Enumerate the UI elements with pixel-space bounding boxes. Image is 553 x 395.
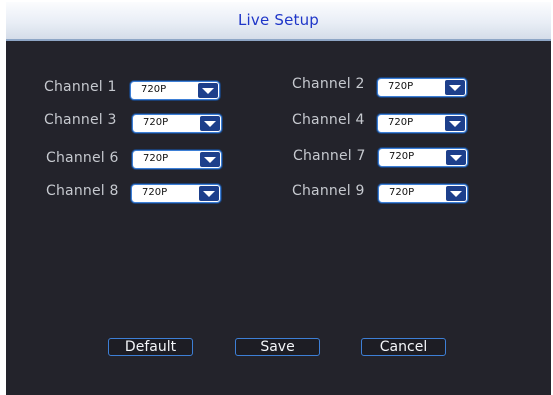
channel-4-label: Channel 4 [292, 112, 365, 128]
channel-9-resolution-select[interactable]: 720P [378, 184, 468, 203]
chevron-down-icon[interactable] [445, 80, 465, 95]
channel-2-label: Channel 2 [292, 76, 365, 92]
chevron-down-icon[interactable] [445, 116, 465, 131]
channel-1-label: Channel 1 [44, 79, 117, 95]
chevron-down-icon[interactable] [446, 186, 466, 201]
default-button[interactable]: Default [108, 338, 193, 356]
channel-4-resolution-select[interactable]: 720P [377, 114, 467, 133]
channel-9-resolution-value: 720P [389, 187, 415, 198]
save-button[interactable]: Save [235, 338, 320, 356]
title-bar: Live Setup [6, 2, 551, 41]
channel-4-resolution-value: 720P [388, 117, 414, 128]
channel-1-resolution-value: 720P [141, 84, 167, 95]
channel-2-resolution-value: 720P [388, 81, 414, 92]
chevron-down-icon[interactable] [200, 152, 220, 167]
channel-6-resolution-select[interactable]: 720P [132, 150, 222, 169]
channel-6-label: Channel 6 [46, 150, 119, 166]
channel-3-label: Channel 3 [44, 112, 117, 128]
channel-3-resolution-select[interactable]: 720P [132, 114, 222, 133]
channel-9-label: Channel 9 [292, 183, 365, 199]
dialog-title: Live Setup [237, 11, 320, 29]
chevron-down-icon[interactable] [199, 186, 219, 201]
channel-6-resolution-value: 720P [143, 153, 169, 164]
channel-8-resolution-value: 720P [142, 187, 168, 198]
channel-2-resolution-select[interactable]: 720P [377, 78, 467, 97]
live-setup-dialog: Live Setup Channel 1 720P Channel 2 720P… [6, 2, 551, 395]
channel-8-resolution-select[interactable]: 720P [131, 184, 221, 203]
channel-1-resolution-select[interactable]: 720P [130, 81, 220, 100]
channel-7-resolution-select[interactable]: 720P [378, 148, 468, 167]
channel-7-label: Channel 7 [293, 148, 366, 164]
cancel-button[interactable]: Cancel [361, 338, 446, 356]
channel-8-label: Channel 8 [46, 183, 119, 199]
channel-7-resolution-value: 720P [389, 151, 415, 162]
chevron-down-icon[interactable] [198, 83, 218, 98]
chevron-down-icon[interactable] [200, 116, 220, 131]
chevron-down-icon[interactable] [446, 150, 466, 165]
channel-3-resolution-value: 720P [143, 117, 169, 128]
